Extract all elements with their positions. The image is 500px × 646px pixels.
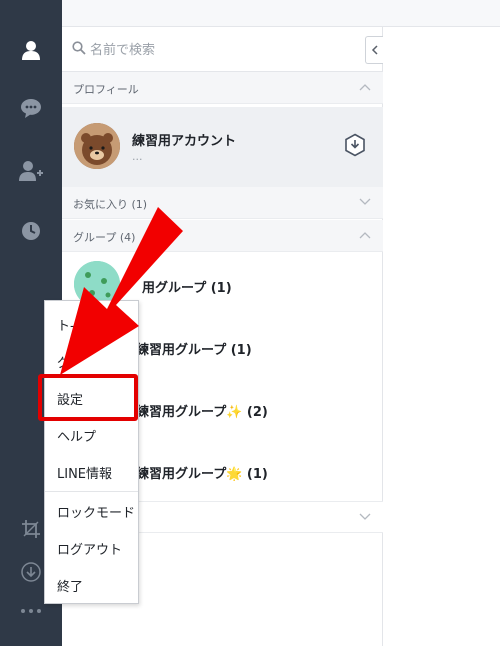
line-app-window: プロフィール 練習用アカウント ...	[0, 0, 500, 646]
group-name: 練習用グループ🌟 (1)	[136, 467, 268, 482]
chat-bubble-icon	[21, 99, 41, 118]
chevron-down-icon	[359, 198, 371, 205]
title-bar	[62, 0, 500, 27]
crop-icon	[22, 520, 40, 538]
add-friend-icon	[19, 161, 43, 181]
annotation-arrow-icon	[60, 207, 183, 375]
chevron-up-icon	[359, 232, 371, 239]
more-icon	[21, 609, 41, 613]
add-friends-tab[interactable]	[0, 149, 62, 193]
chevron-left-icon	[371, 45, 378, 55]
chat-content-pane	[384, 27, 500, 646]
menu-item-help[interactable]: ヘルプ	[45, 416, 138, 454]
search-bar	[62, 27, 383, 72]
chevron-up-icon	[359, 84, 371, 91]
my-profile-row[interactable]: 練習用アカウント ...	[62, 107, 383, 187]
download-icon	[21, 562, 41, 582]
collapse-panel-button[interactable]	[365, 36, 383, 64]
search-icon	[72, 41, 86, 55]
profile-section-header[interactable]: プロフィール	[62, 72, 383, 104]
chevron-down-icon	[359, 513, 371, 520]
bear-avatar-image	[74, 123, 120, 169]
profile-name: 練習用アカウント	[132, 134, 237, 149]
menu-item-lock-mode[interactable]: ロックモード	[45, 492, 138, 530]
menu-item-line-info[interactable]: LINE情報	[45, 453, 138, 491]
clock-icon	[22, 222, 40, 240]
group-name: 練習用グループ✨ (2)	[136, 405, 268, 420]
menu-item-quit[interactable]: 終了	[45, 566, 138, 604]
profile-status: ...	[132, 150, 143, 163]
person-icon	[22, 41, 40, 60]
avatar	[74, 123, 120, 169]
section-label: プロフィール	[73, 83, 139, 96]
friends-tab[interactable]	[0, 28, 62, 72]
settings-highlight-box	[38, 374, 138, 421]
search-input[interactable]	[90, 37, 340, 63]
keep-download-icon[interactable]	[343, 133, 367, 157]
chats-tab[interactable]	[0, 86, 62, 130]
menu-item-logout[interactable]: ログアウト	[45, 529, 138, 567]
